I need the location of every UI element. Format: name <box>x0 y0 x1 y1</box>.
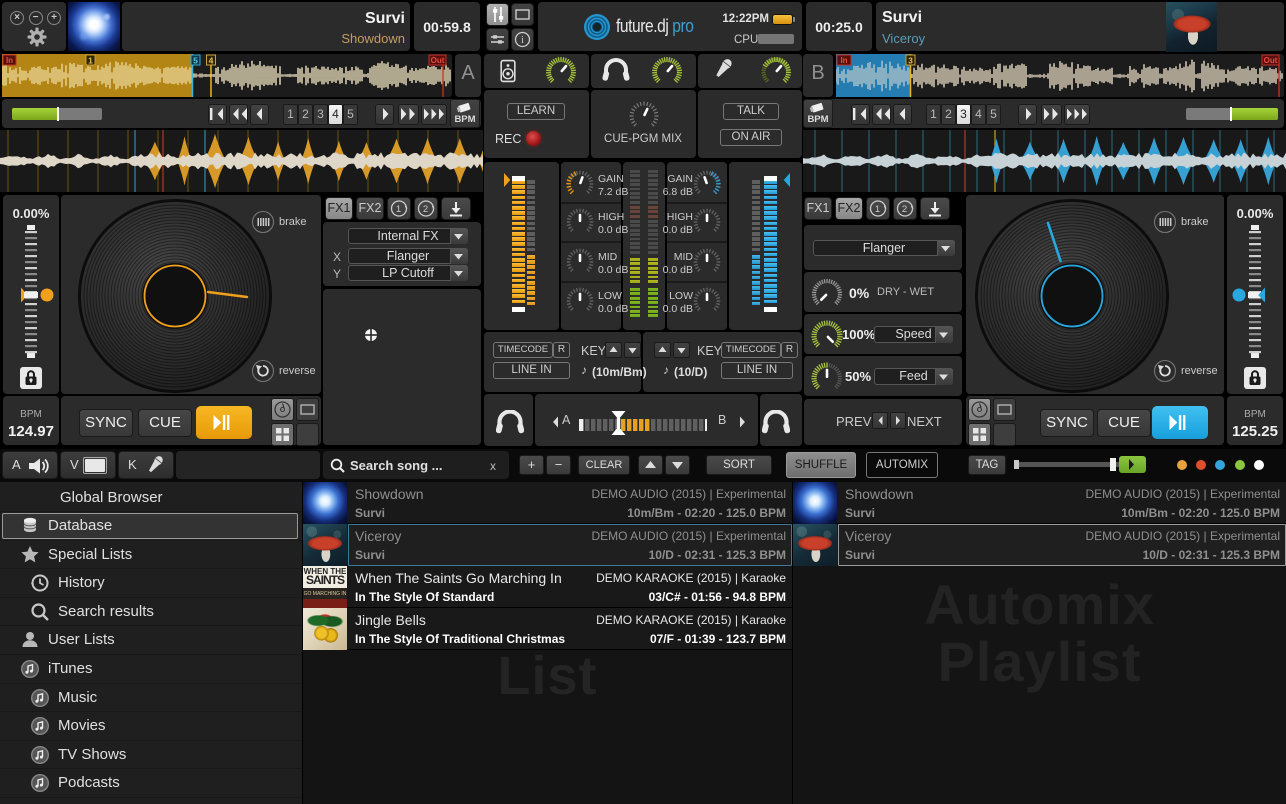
svg-text:In: In <box>6 56 13 65</box>
svg-text:5: 5 <box>193 56 198 66</box>
svg-text:3: 3 <box>908 56 913 66</box>
svg-text:In: In <box>840 56 847 65</box>
svg-text:Out: Out <box>1264 56 1278 65</box>
svg-text:2: 2 <box>423 204 428 215</box>
svg-text:i: i <box>521 35 524 46</box>
svg-text:2: 2 <box>902 204 907 215</box>
svg-text:1: 1 <box>88 56 93 66</box>
svg-text:1: 1 <box>875 204 880 215</box>
svg-text:1: 1 <box>396 204 401 215</box>
svg-text:4: 4 <box>209 56 214 66</box>
